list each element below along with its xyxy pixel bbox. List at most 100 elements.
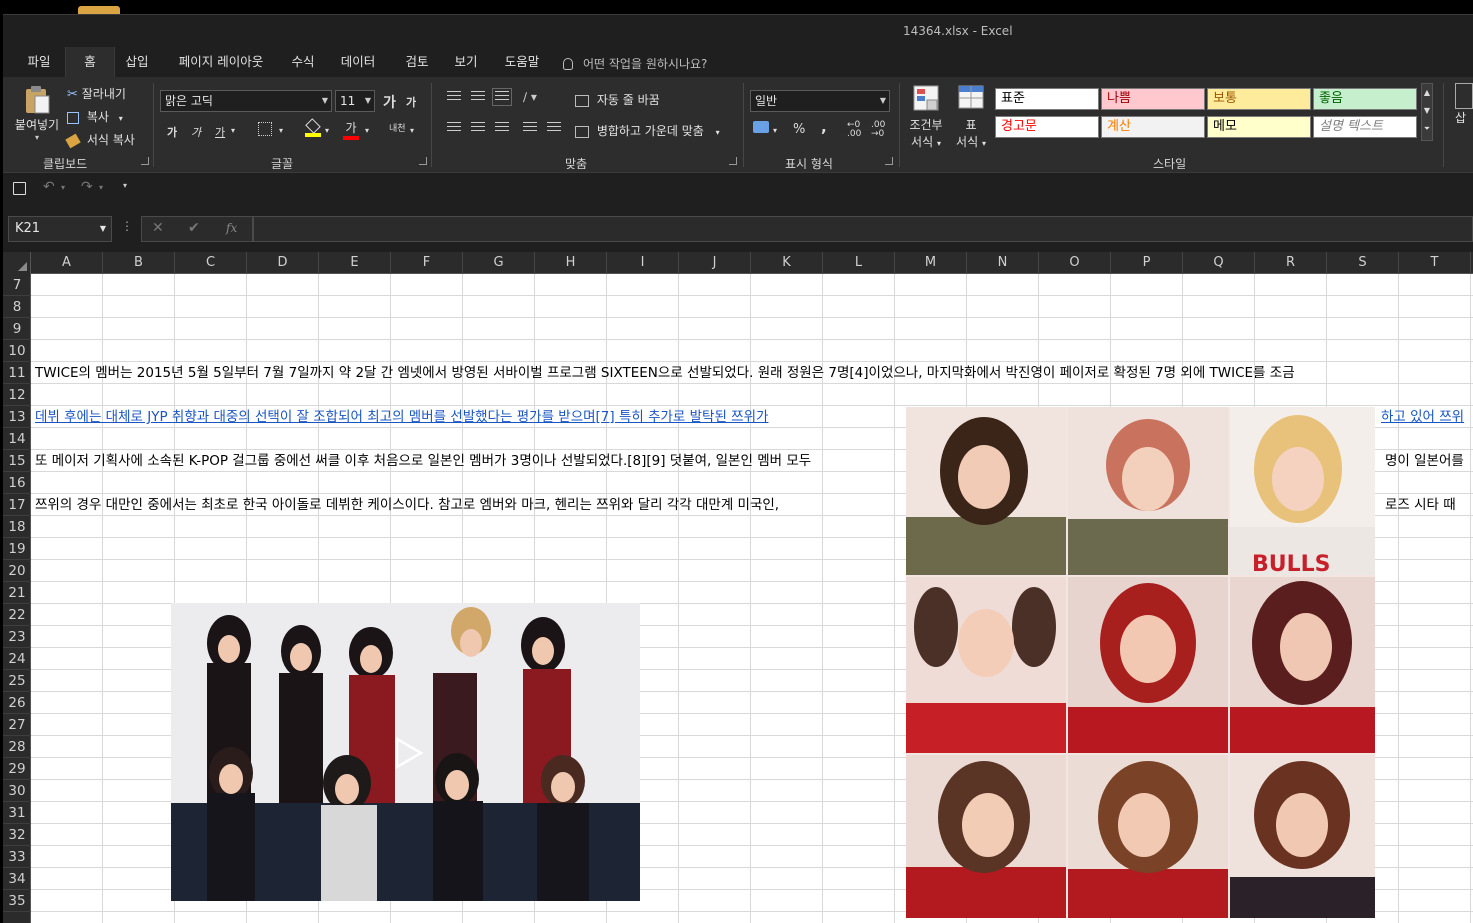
conditional-format-button[interactable]: 조건부 서식 ▾ (907, 83, 945, 150)
cancel-icon[interactable]: ✕ (152, 220, 164, 236)
number-format-combo[interactable]: 일반 ▼ (750, 90, 890, 112)
border-icon[interactable] (258, 122, 272, 136)
tab-1[interactable]: 홈 (65, 47, 115, 77)
cell-style-0[interactable]: 표준 (995, 88, 1099, 110)
row-header-33[interactable]: 33 (3, 846, 31, 868)
undo-dropdown-icon[interactable]: ▾ (61, 183, 65, 192)
row-header-24[interactable]: 24 (3, 648, 31, 670)
column-header-G[interactable]: G (463, 252, 535, 274)
cell-A17[interactable]: 쯔위의 경우 대만인 중에서는 최초로 한국 아이돌로 데뷔한 케이스이다. 참… (35, 494, 779, 516)
redo-dropdown-icon[interactable]: ▾ (99, 183, 103, 192)
cell-A13[interactable]: 데뷔 후에는 대체로 JYP 취향과 대중의 선택이 잘 조합되어 최고의 멤버… (35, 406, 768, 428)
cell-style-1[interactable]: 나쁨 (1101, 88, 1205, 110)
row-header-13[interactable]: 13 (3, 406, 31, 428)
row-header-29[interactable]: 29 (3, 758, 31, 780)
align-bottom-icon[interactable] (492, 88, 512, 106)
member-collage-picture[interactable]: BULLS (906, 407, 1375, 918)
paste-button[interactable]: 붙여넣기 ▾ (11, 83, 63, 142)
font-color-button[interactable]: 가 (343, 119, 359, 140)
row-header-31[interactable]: 31 (3, 802, 31, 824)
format-as-table-button[interactable]: 표 서식 ▾ (953, 83, 989, 150)
cell-style-2[interactable]: 보통 (1207, 88, 1311, 110)
tab-8[interactable]: 도움말 (496, 47, 548, 77)
italic-button[interactable]: 가 (191, 124, 201, 140)
row-header-15[interactable]: 15 (3, 450, 31, 472)
column-header-I[interactable]: I (607, 252, 679, 274)
font-color-dropdown-icon[interactable]: ▾ (365, 126, 369, 135)
column-header-P[interactable]: P (1111, 252, 1183, 274)
row-header-17[interactable]: 17 (3, 494, 31, 516)
column-header-M[interactable]: M (895, 252, 967, 274)
row-header-34[interactable]: 34 (3, 868, 31, 890)
row-header-9[interactable]: 9 (3, 318, 31, 340)
row-header-23[interactable]: 23 (3, 626, 31, 648)
grow-font-button[interactable]: 가 (383, 92, 396, 112)
align-top-icon[interactable] (447, 91, 461, 103)
cell-style-4[interactable]: 경고문 (995, 116, 1099, 138)
column-header-O[interactable]: O (1039, 252, 1111, 274)
column-header-H[interactable]: H (535, 252, 607, 274)
align-center-icon[interactable] (471, 122, 485, 134)
enter-icon[interactable]: ✔ (188, 220, 200, 236)
row-header-32[interactable]: 32 (3, 824, 31, 846)
styles-gallery-scroll[interactable]: ▲ ▼ ⏷ (1421, 83, 1433, 141)
font-name-combo[interactable]: 맑은 고딕 ▼ (160, 90, 332, 112)
align-right-icon[interactable] (495, 122, 509, 134)
font-launcher-icon[interactable] (419, 157, 427, 165)
column-header-A[interactable]: A (31, 252, 103, 274)
row-header-35[interactable]: 35 (3, 890, 31, 912)
column-header-D[interactable]: D (247, 252, 319, 274)
row-header-18[interactable]: 18 (3, 516, 31, 538)
phonetic-button[interactable]: 내천 (389, 121, 406, 134)
customize-qat-icon[interactable]: ▾ (123, 181, 127, 190)
row-header-22[interactable]: 22 (3, 604, 31, 626)
bold-button[interactable]: 가 (167, 124, 177, 140)
decrease-decimal-icon[interactable]: .00 →0 (871, 121, 885, 139)
align-left-icon[interactable] (447, 122, 461, 134)
tell-me-search[interactable]: 어떤 작업을 원하시나요? (563, 55, 707, 72)
row-header-12[interactable]: 12 (3, 384, 31, 406)
row-header-19[interactable]: 19 (3, 538, 31, 560)
column-header-S[interactable]: S (1327, 252, 1399, 274)
row-header-14[interactable]: 14 (3, 428, 31, 450)
underline-button[interactable]: 가 (215, 124, 225, 140)
wrap-text-button[interactable]: 자동 줄 바꿈 (575, 91, 660, 108)
phonetic-dropdown-icon[interactable]: ▾ (410, 126, 414, 135)
row-header-11[interactable]: 11 (3, 362, 31, 384)
cell-style-6[interactable]: 메모 (1207, 116, 1311, 138)
align-middle-icon[interactable] (471, 91, 485, 103)
row-header-27[interactable]: 27 (3, 714, 31, 736)
undo-icon[interactable]: ↶ (43, 179, 55, 195)
copy-button[interactable]: 복사 ▾ (67, 108, 123, 125)
redo-icon[interactable]: ↷ (81, 179, 93, 195)
column-header-Q[interactable]: Q (1183, 252, 1255, 274)
clipboard-launcher-icon[interactable] (141, 157, 149, 165)
increase-decimal-icon[interactable]: ←0.00 (847, 121, 861, 139)
row-header-20[interactable]: 20 (3, 560, 31, 582)
column-header-J[interactable]: J (679, 252, 751, 274)
number-launcher-icon[interactable] (885, 157, 893, 165)
row-header-26[interactable]: 26 (3, 692, 31, 714)
format-painter-button[interactable]: 서식 복사 (65, 131, 135, 148)
column-header-C[interactable]: C (175, 252, 247, 274)
row-header-7[interactable]: 7 (3, 274, 31, 296)
cell-style-5[interactable]: 계산 (1101, 116, 1205, 138)
tab-5[interactable]: 데이터 (331, 47, 385, 77)
tab-7[interactable]: 보기 (444, 47, 488, 77)
insert-function-icon[interactable]: fx (226, 221, 237, 235)
underline-dropdown-icon[interactable]: ▾ (231, 126, 235, 135)
column-header-T[interactable]: T (1399, 252, 1471, 274)
column-header-L[interactable]: L (823, 252, 895, 274)
border-dropdown-icon[interactable]: ▾ (279, 126, 283, 135)
formula-input[interactable] (253, 216, 1473, 242)
cell-A11[interactable]: TWICE의 멤버는 2015년 5월 5일부터 7월 7일까지 약 2달 간 … (35, 362, 1295, 384)
row-header-30[interactable]: 30 (3, 780, 31, 802)
row-header-10[interactable]: 10 (3, 340, 31, 362)
accounting-dropdown-icon[interactable]: ▾ (773, 126, 777, 135)
decrease-indent-icon[interactable] (523, 122, 537, 134)
name-box[interactable]: K21 ▼ (8, 216, 112, 242)
tab-6[interactable]: 검토 (395, 47, 439, 77)
column-header-E[interactable]: E (319, 252, 391, 274)
row-header-8[interactable]: 8 (3, 296, 31, 318)
row-header-28[interactable]: 28 (3, 736, 31, 758)
